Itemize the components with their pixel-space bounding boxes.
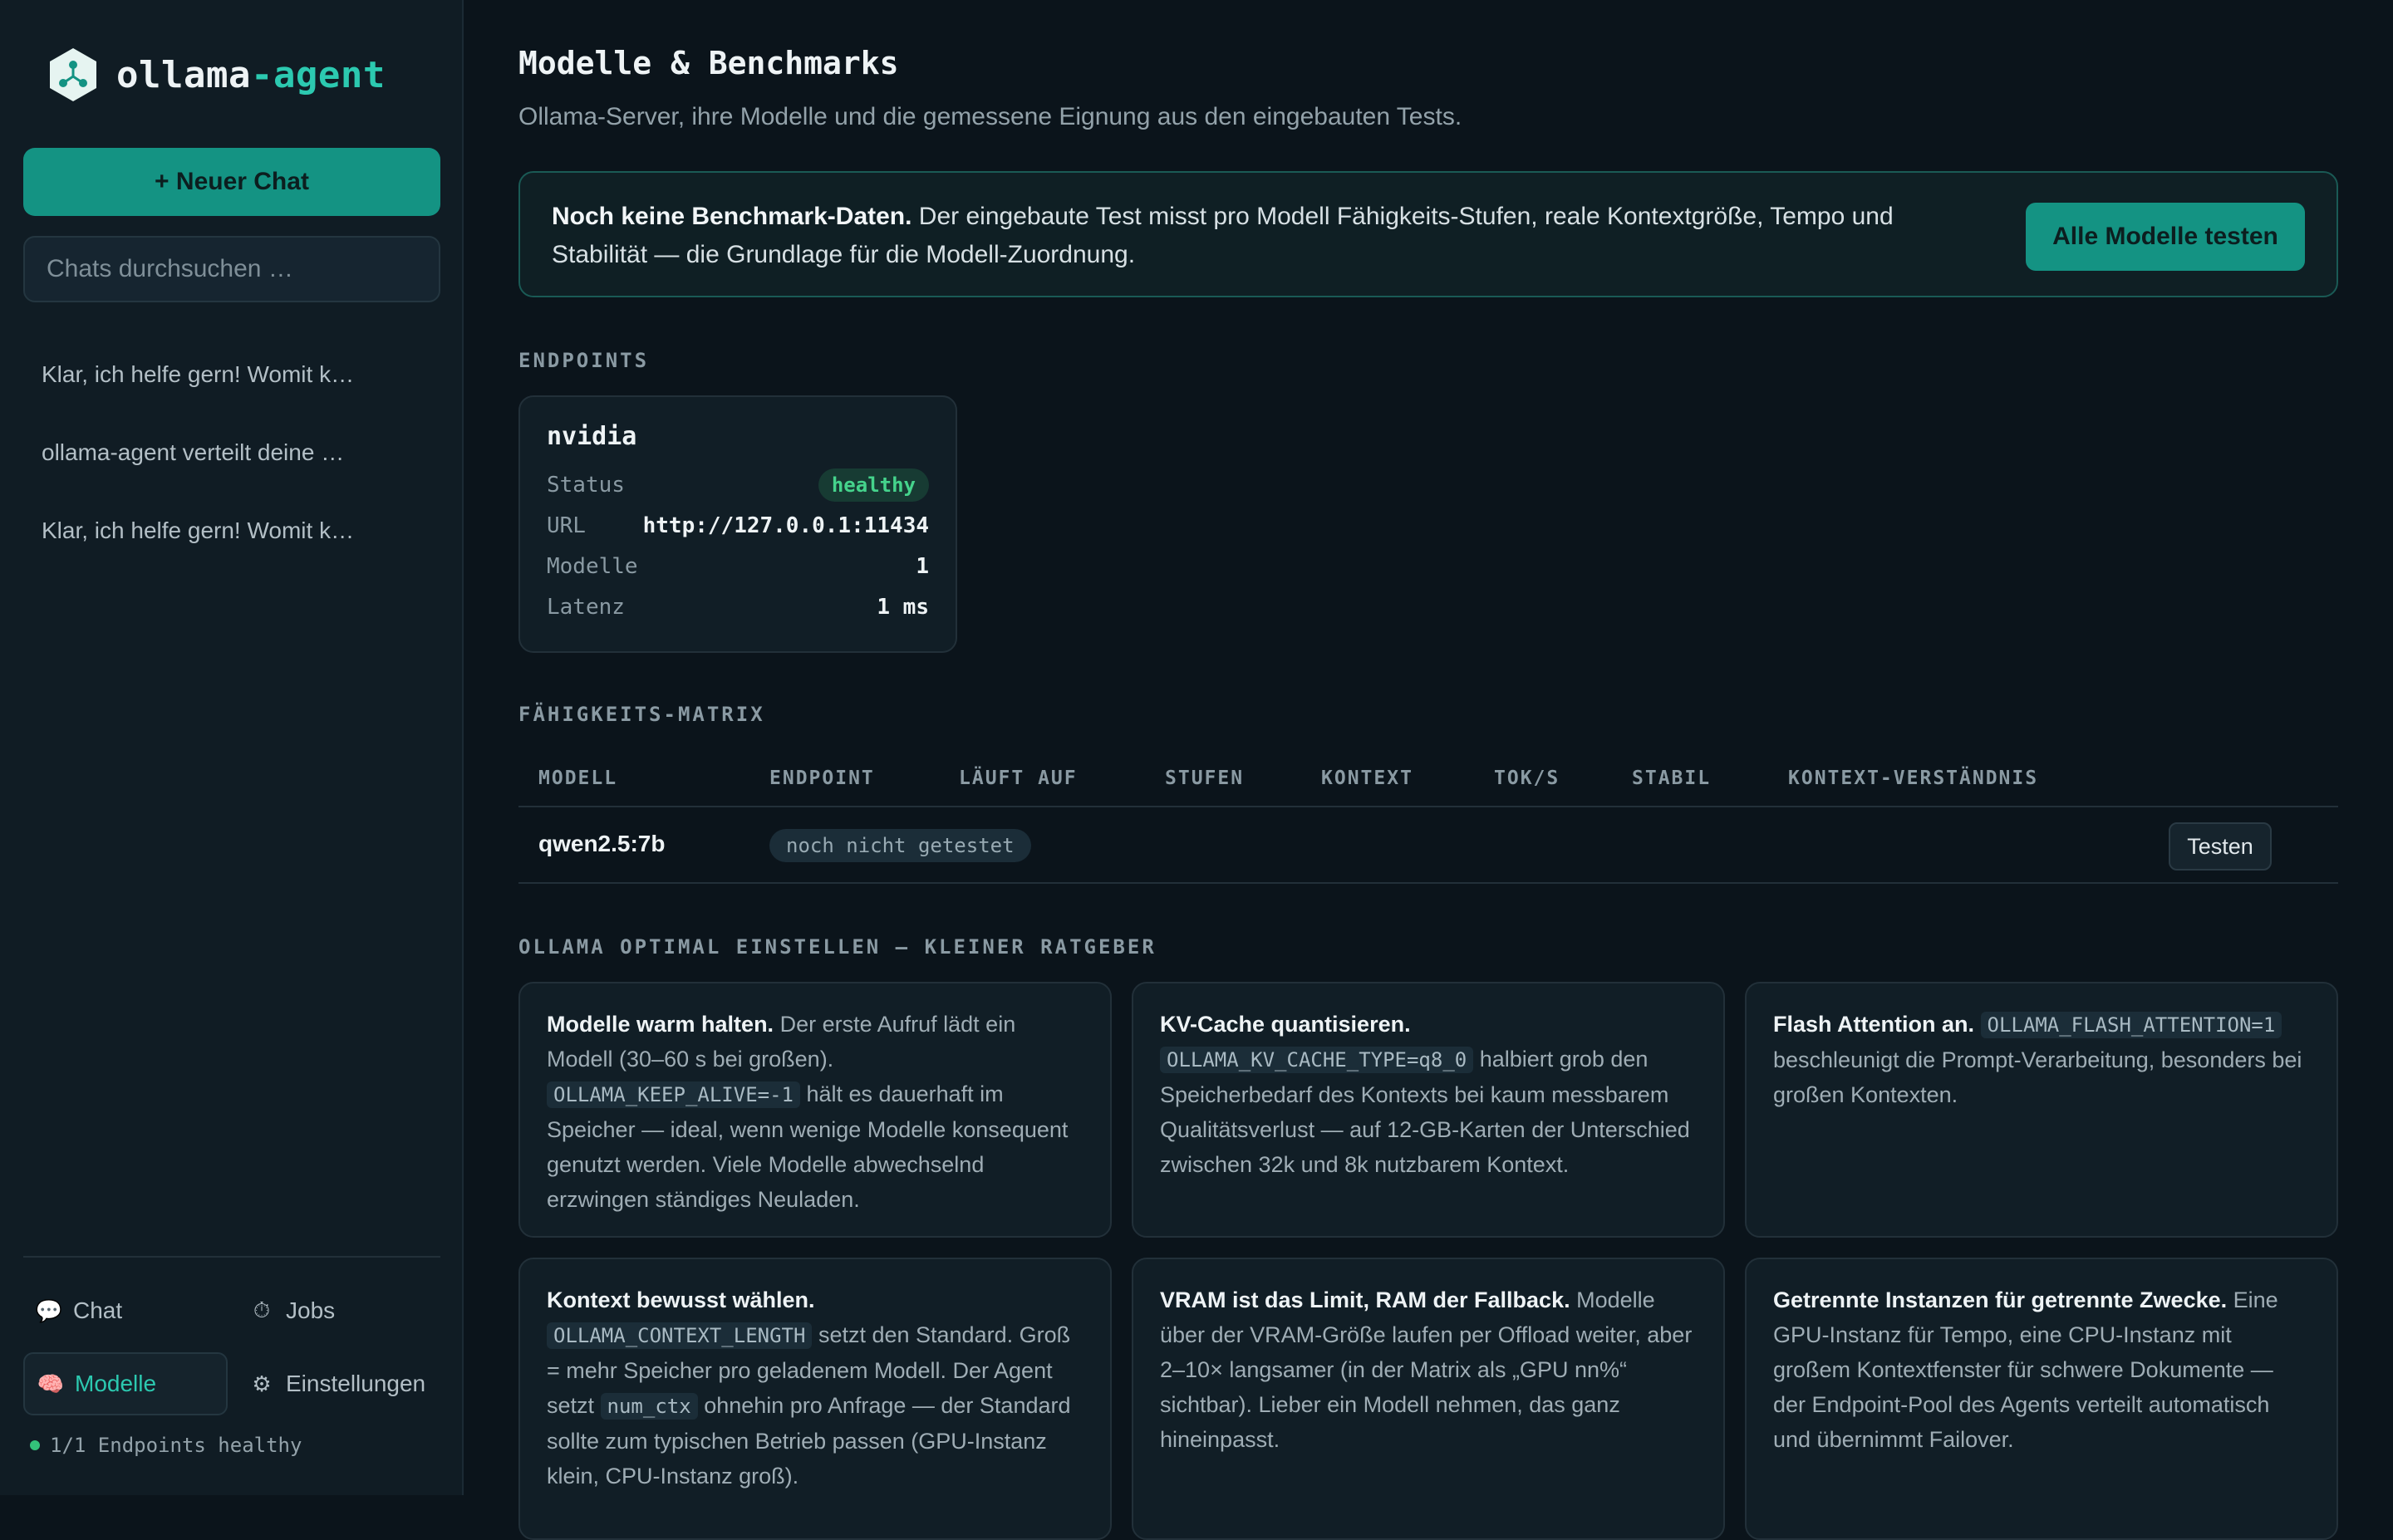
endpoint-models-key: Modelle (547, 553, 638, 579)
main-content: Modelle & Benchmarks Ollama-Server, ihre… (464, 0, 2393, 1540)
code-snippet: OLLAMA_KEEP_ALIVE=-1 (547, 1081, 800, 1108)
sidebar-footer: 💬 Chat ⏱ Jobs 🧠 Modelle ⚙ Einstellungen (23, 1256, 440, 1457)
tip-card-flash-attention: Flash Attention an. OLLAMA_FLASH_ATTENTI… (1745, 982, 2338, 1238)
brain-icon: 🧠 (37, 1371, 65, 1396)
endpoint-models-row: Modelle 1 (547, 546, 929, 586)
endpoint-health-status: 1/1 Endpoints healthy (23, 1434, 440, 1457)
code-snippet: num_ctx (600, 1393, 698, 1420)
endpoints-heading: ENDPOINTS (518, 349, 650, 372)
nav-item-jobs[interactable]: ⏱ Jobs (236, 1279, 440, 1342)
capability-matrix: MODELL ENDPOINT LÄUFT AUF STUFEN KONTEXT… (518, 748, 2338, 884)
test-all-models-button[interactable]: Alle Modelle testen (2026, 203, 2305, 271)
endpoint-latency-key: Latenz (547, 594, 625, 620)
col-header-toks: TOK/S (1494, 768, 1560, 789)
gear-icon: ⚙ (252, 1371, 272, 1396)
endpoint-latency: 1 ms (877, 594, 929, 620)
model-name: qwen2.5:7b (538, 831, 666, 856)
endpoint-latency-row: Latenz 1 ms (547, 586, 929, 627)
brand[interactable]: ollama-agent (45, 47, 386, 103)
endpoint-models-count: 1 (916, 553, 929, 579)
endpoint-url-key: URL (547, 513, 586, 538)
col-header-laeuft-auf: LÄUFT AUF (959, 768, 1078, 789)
endpoint-name: nvidia (547, 422, 637, 451)
page-title: Modelle & Benchmarks (518, 45, 899, 81)
benchmark-banner: Noch keine Benchmark-Daten. Der eingebau… (518, 171, 2338, 297)
tip-card-kv-cache: KV-Cache quantisieren. OLLAMA_KV_CACHE_T… (1132, 982, 1725, 1238)
app-root: ollama-agent + Neuer Chat Klar, ich helf… (0, 0, 2393, 1540)
banner-bold: Noch keine Benchmark-Daten. (552, 203, 912, 230)
endpoint-url-row: URL http://127.0.0.1:11434 (547, 505, 929, 546)
untested-badge: noch nicht getestet (769, 829, 1031, 862)
chat-list-item[interactable]: Klar, ich helfe gern! Womit k… (23, 492, 440, 570)
matrix-heading: FÄHIGKEITS-MATRIX (518, 703, 765, 726)
banner-text: Noch keine Benchmark-Daten. Der eingebau… (552, 198, 1973, 274)
test-model-button[interactable]: Testen (2169, 822, 2272, 871)
col-header-kontext: KONTEXT (1321, 768, 1413, 789)
col-header-kontext-verstaendnis: KONTEXT-VERSTÄNDNIS (1788, 768, 2039, 789)
endpoint-status-key: Status (547, 472, 625, 498)
chat-list-item[interactable]: Klar, ich helfe gern! Womit k… (23, 336, 440, 414)
endpoint-url: http://127.0.0.1:11434 (642, 513, 929, 538)
ollama-logo-icon (50, 48, 96, 101)
tip-card-vram: VRAM ist das Limit, RAM der Fallback. Mo… (1132, 1258, 1725, 1540)
chat-list-item[interactable]: ollama-agent verteilt deine … (23, 414, 440, 492)
brand-name: ollama-agent (116, 53, 386, 96)
code-snippet: OLLAMA_FLASH_ATTENTION=1 (1980, 1012, 2282, 1038)
timer-icon: ⏱ (253, 1297, 271, 1322)
guide-heading: OLLAMA OPTIMAL EINSTELLEN — KLEINER RATG… (518, 935, 1157, 959)
col-header-stabil: STABIL (1632, 768, 1712, 789)
nav-item-modelle[interactable]: 🧠 Modelle (23, 1352, 228, 1415)
sidebar: ollama-agent + Neuer Chat Klar, ich helf… (0, 0, 464, 1495)
endpoint-status-row: Status healthy (547, 464, 929, 505)
speech-bubble-icon: 💬 (35, 1297, 63, 1323)
code-snippet: OLLAMA_KV_CACHE_TYPE=q8_0 (1160, 1047, 1474, 1073)
nav-item-chat[interactable]: 💬 Chat (23, 1279, 228, 1342)
nav-label: Jobs (286, 1297, 336, 1323)
col-header-endpoint: ENDPOINT (769, 768, 875, 789)
tip-card-context: Kontext bewusst wählen. OLLAMA_CONTEXT_L… (518, 1258, 1112, 1540)
col-header-stufen: STUFEN (1165, 768, 1245, 789)
nav-label: Modelle (75, 1371, 157, 1396)
table-row: qwen2.5:7b noch nicht getestet Testen (518, 807, 2338, 884)
chat-search-input[interactable] (23, 236, 440, 302)
chat-list: Klar, ich helfe gern! Womit k… ollama-ag… (23, 336, 440, 570)
status-text: 1/1 Endpoints healthy (50, 1434, 302, 1457)
table-header: MODELL ENDPOINT LÄUFT AUF STUFEN KONTEXT… (518, 748, 2338, 807)
tip-card-separate-instances: Getrennte Instanzen für getrennte Zwecke… (1745, 1258, 2338, 1540)
status-dot-icon (30, 1440, 40, 1450)
guide-cards: Modelle warm halten. Der erste Aufruf lä… (518, 982, 2338, 1540)
new-chat-button[interactable]: + Neuer Chat (23, 148, 440, 216)
sidebar-nav: 💬 Chat ⏱ Jobs 🧠 Modelle ⚙ Einstellungen (23, 1279, 440, 1415)
col-header-modell: MODELL (538, 768, 618, 789)
tip-card-keep-alive: Modelle warm halten. Der erste Aufruf lä… (518, 982, 1112, 1238)
nav-label: Einstellungen (286, 1371, 426, 1396)
endpoint-card: nvidia Status healthy URL http://127.0.0… (518, 395, 957, 653)
code-snippet: OLLAMA_CONTEXT_LENGTH (547, 1322, 813, 1349)
nav-label: Chat (73, 1297, 123, 1323)
status-badge: healthy (818, 468, 929, 502)
page-subtitle: Ollama-Server, ihre Modelle und die geme… (518, 103, 1462, 130)
nav-item-einstellungen[interactable]: ⚙ Einstellungen (236, 1352, 440, 1415)
